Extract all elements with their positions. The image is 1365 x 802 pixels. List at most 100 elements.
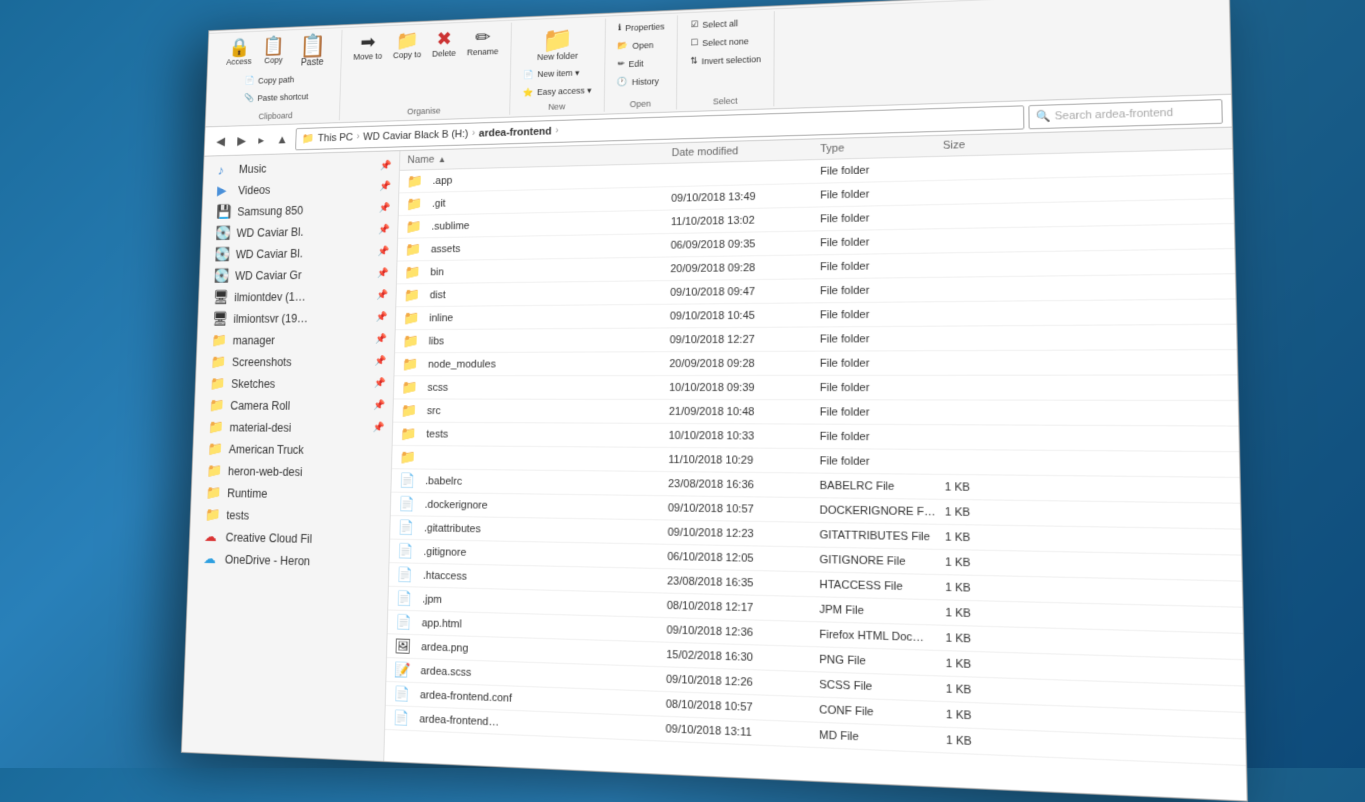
sidebar: ♪ Music 📌 ▶ Videos 📌 💾 Samsung 850 📌 💽 W… [182,151,401,761]
copy-path-icon: 📄 [245,76,255,86]
paste-shortcut-button[interactable]: 📎 Paste shortcut [239,88,312,106]
forward-button[interactable]: ▶ [233,130,251,151]
file-type: MD File [819,729,946,747]
sidebar-item-screenshots-label: Screenshots [232,355,292,368]
open-button[interactable]: 📂 Open [613,36,669,54]
file-name: app.html [422,617,462,630]
sidebar-item-americantruck-label: American Truck [229,442,304,456]
file-date: 09/10/2018 12:26 [666,673,819,691]
properties-icon: ℹ [618,23,621,34]
sidebar-item-wd2[interactable]: 💽 WD Caviar Bl. 📌 [200,241,397,266]
col-header-type[interactable]: Type [820,140,943,155]
pin-icon-material: 📌 [373,423,385,434]
folder-icon: 📁 [403,333,420,349]
file-date: 08/10/2018 12:17 [667,599,820,615]
video-icon: ▶ [217,182,233,198]
sidebar-item-manager-label: manager [233,333,276,346]
up-button[interactable]: ▲ [272,129,293,149]
sidebar-item-wd3[interactable]: 💽 WD Caviar Gr 📌 [200,262,397,286]
file-type: File folder [820,357,944,370]
sidebar-item-ilmiontdev[interactable]: 🖥 ilmiontdev (1… 📌 [199,284,396,308]
file-name: .app [432,175,452,187]
new-folder-button[interactable]: 📁 New folder [529,21,587,67]
col-header-size[interactable]: Size [943,137,1027,151]
select-none-button[interactable]: ☐ Select none [686,32,767,52]
sidebar-item-tests-label: tests [226,508,249,522]
file-icon: 📄 [393,709,410,727]
search-box[interactable]: 🔍 Search ardea-frontend [1028,99,1223,129]
file-size [943,166,1027,168]
table-row[interactable]: 📁libs09/10/2018 12:27File folder [395,325,1237,353]
file-date: 23/08/2018 16:36 [668,478,820,492]
sidebar-item-ilmiontsvr[interactable]: 🖥 ilmiontsvr (19… 📌 [198,306,395,329]
folder-icon: 📁 [403,310,420,326]
breadcrumb-thispc[interactable]: 📁 [302,132,315,144]
properties-button[interactable]: ℹ Properties [613,18,669,37]
ilmiontsvr-icon: 🖥 [212,311,228,327]
wd3-icon: 💽 [214,268,230,284]
pin-icon-cameraroll: 📌 [374,400,386,411]
select-section: ☑ Select all ☐ Select none ⇅ Invert sele… [677,11,775,109]
pin-icon-music: 📌 [380,160,392,171]
manager-icon: 📁 [211,332,227,348]
access-button[interactable]: 🔒 Access [221,35,256,74]
breadcrumb-thispc-label[interactable]: This PC [318,131,353,143]
copy-to-button[interactable]: 📁 Copy to [388,28,426,63]
delete-button[interactable]: ✖ Delete [427,27,461,62]
sidebar-item-onedrive[interactable]: ☁ OneDrive - Heron [189,547,389,574]
search-icon: 🔍 [1036,110,1051,124]
paste-button[interactable]: 📋 Paste [291,32,335,71]
rename-button[interactable]: ✏ Rename [462,25,503,60]
easy-access-icon: ⭐ [523,88,534,99]
col-header-name[interactable]: Name ▲ [407,147,671,166]
select-all-button[interactable]: ☑ Select all [686,14,766,34]
file-date: 09/10/2018 13:49 [671,189,820,204]
clipboard-buttons-row: 🔒 Access 📋 Copy 📋 Paste [221,32,334,74]
history-button[interactable]: 🕐 History [612,72,668,90]
table-row[interactable]: 📁scss10/10/2018 09:39File folder [394,376,1238,402]
screenshots-icon: 📁 [210,354,226,370]
file-size [944,264,1028,265]
breadcrumb-folder-label[interactable]: ardea-frontend [479,125,552,139]
sidebar-item-material[interactable]: 📁 material-desi 📌 [194,416,393,439]
file-size: 1 KB [945,481,1031,495]
sidebar-item-screenshots[interactable]: 📁 Screenshots 📌 [196,350,394,372]
file-date: 09/10/2018 12:27 [670,333,820,346]
col-header-date[interactable]: Date modified [672,143,821,159]
sidebar-item-samsung-label: Samsung 850 [237,204,303,218]
file-icon: 📄 [399,472,416,489]
forward-arrow-button[interactable]: ▸ [254,129,269,150]
easy-access-button[interactable]: ⭐ Easy access ▾ [518,82,596,101]
edit-button[interactable]: ✏ Edit [613,54,669,72]
file-date: 09/10/2018 12:23 [668,526,820,541]
file-date: 06/09/2018 09:35 [671,237,820,251]
folder-icon: 📁 [404,264,421,280]
new-item-button[interactable]: 📄 New item ▾ [518,64,596,83]
file-name: .babelrc [425,475,462,487]
file-name: tests [426,428,448,440]
sidebar-item-americantruck[interactable]: 📁 American Truck [193,438,392,462]
pin-icon-wd3: 📌 [377,268,389,279]
file-size: 1 KB [946,708,1033,724]
copy-button[interactable]: 📋 Copy [257,34,290,73]
sidebar-item-cameraroll[interactable]: 📁 Camera Roll 📌 [195,394,393,416]
file-date: 09/10/2018 09:47 [670,285,820,299]
copy-path-button[interactable]: 📄 Copy path [240,71,313,89]
move-to-button[interactable]: ➡ Move to [349,30,388,65]
file-date: 09/10/2018 10:57 [668,502,820,516]
file-name: .git [432,198,446,210]
sidebar-item-sketches[interactable]: 📁 Sketches 📌 [195,372,393,394]
sidebar-item-heron[interactable]: 📁 heron-web-desi [192,460,391,484]
breadcrumb-drive-label[interactable]: WD Caviar Black B (H:) [363,128,468,142]
sidebar-item-manager[interactable]: 📁 manager 📌 [197,328,395,351]
table-row[interactable]: 📁node_modules20/09/2018 09:28File folder [394,350,1237,376]
invert-selection-button[interactable]: ⇅ Invert selection [685,50,766,69]
special-file-icon: 🖼 [395,637,412,654]
file-type: File folder [820,406,945,419]
sidebar-item-cameraroll-label: Camera Roll [230,399,290,412]
window-container: 🔒 Access 📋 Copy 📋 Paste [181,0,1248,802]
back-button[interactable]: ◀ [212,131,230,152]
sidebar-item-runtime[interactable]: 📁 Runtime [191,481,390,506]
file-type: BABELRC File [820,479,945,493]
file-date: 09/10/2018 12:36 [667,624,820,641]
